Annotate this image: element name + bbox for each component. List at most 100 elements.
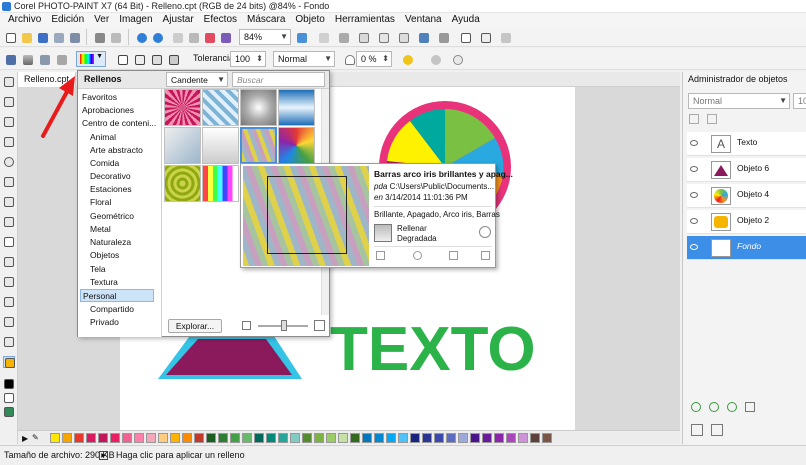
fill-mode-fountain-icon[interactable] <box>20 52 34 66</box>
lasso-tool-icon[interactable] <box>3 136 15 148</box>
search-input[interactable]: Buscar <box>232 72 325 87</box>
mask-tool-icon[interactable] <box>3 116 15 128</box>
color-swatch[interactable] <box>314 433 324 443</box>
launch-icon[interactable] <box>478 30 492 44</box>
color-swatch[interactable] <box>158 433 168 443</box>
fill-thumbnail[interactable] <box>240 89 277 126</box>
color-swatch[interactable] <box>518 433 528 443</box>
fill-picker-button[interactable]: ▼ <box>76 51 106 67</box>
zoom-tool-icon[interactable] <box>3 156 15 168</box>
object-mode-select[interactable]: Normal ▼ <box>688 93 790 109</box>
lock-transparency-icon[interactable] <box>707 114 717 124</box>
fill-mode-uniform-icon[interactable] <box>3 52 17 66</box>
red-eye-tool-icon[interactable] <box>3 196 15 208</box>
object-row-fondo[interactable]: Fondo <box>687 236 806 260</box>
tolerance-input[interactable]: 100 ⬍ <box>230 51 266 67</box>
rect-border-icon[interactable] <box>132 52 146 66</box>
color-swatch[interactable] <box>398 433 408 443</box>
grid-icon[interactable] <box>376 30 390 44</box>
fill-thumbnail-selected[interactable] <box>240 127 277 164</box>
color-swatch[interactable] <box>230 433 240 443</box>
category-textura[interactable]: Textura <box>90 276 118 289</box>
color-swatch[interactable] <box>170 433 180 443</box>
add-icon[interactable] <box>450 52 464 66</box>
merge-icon[interactable] <box>711 424 723 436</box>
filter-select[interactable]: Candente ▼ <box>166 72 228 87</box>
fill-thumbnail[interactable] <box>202 165 239 202</box>
color-swatch[interactable] <box>254 433 264 443</box>
foreground-color-icon[interactable] <box>3 378 15 390</box>
fill-thumbnail[interactable] <box>164 89 201 126</box>
explore-button[interactable]: Explorar... <box>168 319 222 333</box>
fill-thumbnail[interactable] <box>202 89 239 126</box>
category-privado[interactable]: Privado <box>90 316 119 329</box>
color-swatch[interactable] <box>266 433 276 443</box>
merge-mode-select[interactable]: Normal ▼ <box>273 51 335 67</box>
color-swatch[interactable] <box>494 433 504 443</box>
menu-herramientas[interactable]: Herramientas <box>330 13 400 27</box>
menu-ver[interactable]: Ver <box>89 13 114 27</box>
object-row-texto[interactable]: A Texto <box>687 132 806 156</box>
color-swatch[interactable] <box>134 433 144 443</box>
undo-icon[interactable] <box>134 30 148 44</box>
open-fill-icon[interactable] <box>376 251 385 260</box>
object-icon[interactable] <box>218 30 232 44</box>
palette-arrow-icon[interactable]: ▶ <box>22 434 28 443</box>
canvas-text-object[interactable]: TEXTO <box>330 315 536 384</box>
play-icon[interactable]: ▶ <box>99 451 108 460</box>
color-swatch[interactable] <box>422 433 432 443</box>
eye-icon[interactable] <box>690 166 698 172</box>
brush-tool-icon[interactable] <box>3 256 15 268</box>
eye-icon[interactable] <box>690 192 698 198</box>
copy-icon[interactable] <box>170 30 184 44</box>
object-row-objeto6[interactable]: Objeto 6 <box>687 158 806 182</box>
opacity-input[interactable]: 100 <box>793 93 806 109</box>
color-swatch[interactable] <box>98 433 108 443</box>
settings-icon[interactable] <box>436 30 450 44</box>
color-swatch[interactable] <box>338 433 348 443</box>
menu-archivo[interactable]: Archivo <box>3 13 46 27</box>
menu-mascara[interactable]: Máscara <box>242 13 290 27</box>
color-swatch[interactable] <box>410 433 420 443</box>
color-swatch[interactable] <box>146 433 156 443</box>
color-swatch[interactable] <box>206 433 216 443</box>
crop-icon[interactable] <box>336 30 350 44</box>
antialias-icon[interactable] <box>400 52 414 66</box>
move-icon[interactable] <box>691 424 703 436</box>
menu-edicion[interactable]: Edición <box>46 13 89 27</box>
zoom-fit-icon[interactable] <box>294 30 308 44</box>
category-compartido[interactable]: Compartido <box>90 303 134 316</box>
transparency-input[interactable]: 0 % ⬍ <box>356 51 392 67</box>
color-swatch[interactable] <box>386 433 396 443</box>
new-lens-icon[interactable] <box>709 402 719 412</box>
fill-thumbnail[interactable] <box>164 165 201 202</box>
export-icon[interactable] <box>67 30 81 44</box>
color-swatch[interactable] <box>50 433 60 443</box>
color-swatch[interactable] <box>350 433 360 443</box>
cut-icon[interactable] <box>108 30 122 44</box>
color-swatch[interactable] <box>194 433 204 443</box>
color-swatch[interactable] <box>506 433 516 443</box>
category-decorativo[interactable]: Decorativo <box>90 170 131 183</box>
open-icon[interactable] <box>19 30 33 44</box>
category-objetos[interactable]: Objetos <box>90 249 119 262</box>
category-centro-contenido[interactable]: Centro de conteni... <box>82 117 156 130</box>
color-swatch[interactable] <box>446 433 456 443</box>
fill-thumbnail[interactable] <box>202 127 239 164</box>
save-icon[interactable] <box>35 30 49 44</box>
category-favoritos[interactable]: Favoritos <box>82 91 117 104</box>
menu-objeto[interactable]: Objeto <box>290 13 329 27</box>
color-swatch[interactable] <box>530 433 540 443</box>
category-personal[interactable]: Personal <box>80 289 154 302</box>
text-tool-icon[interactable] <box>3 236 15 248</box>
redo-icon[interactable] <box>150 30 164 44</box>
category-naturaleza[interactable]: Naturaleza <box>90 236 131 249</box>
rect-outer-icon[interactable] <box>166 52 180 66</box>
fill-color-icon[interactable] <box>3 406 15 418</box>
snap-icon[interactable] <box>416 30 430 44</box>
clone-tool-icon[interactable] <box>3 216 15 228</box>
large-thumbs-icon[interactable] <box>314 320 325 331</box>
category-animal[interactable]: Animal <box>90 131 116 144</box>
color-swatch[interactable] <box>182 433 192 443</box>
color-swatch[interactable] <box>74 433 84 443</box>
